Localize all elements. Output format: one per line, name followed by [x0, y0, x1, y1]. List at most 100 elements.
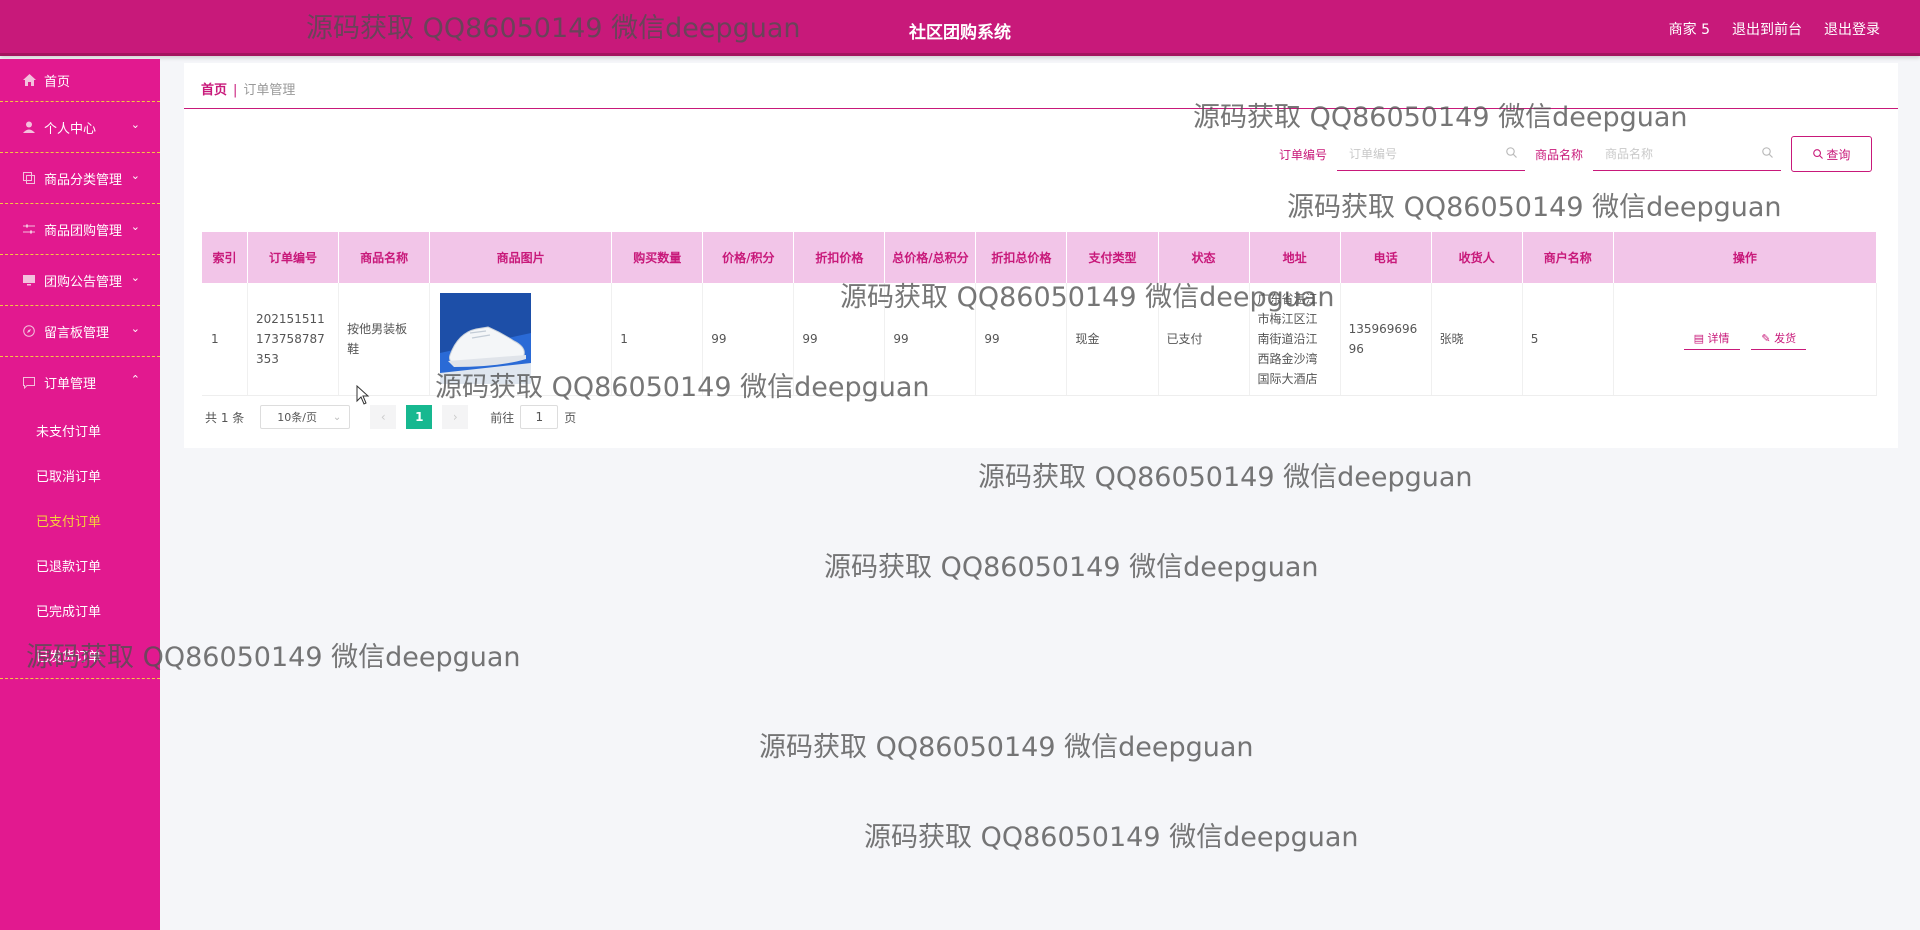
detail-button-label: 详情 [1707, 331, 1730, 345]
column-header: 价格/积分 [702, 232, 795, 283]
chevron-down-icon: ⌄ [130, 322, 140, 335]
column-header: 索引 [202, 232, 249, 283]
mouse-cursor-icon [356, 385, 370, 405]
column-header: 地址 [1249, 232, 1341, 283]
monitor-icon [22, 273, 36, 287]
watermark-text: 源码获取 QQ86050149 微信deepguan [824, 552, 1319, 583]
sidebar-item-label: 个人中心 [44, 121, 97, 137]
watermark-text: 源码获取 QQ86050149 微信deepguan [864, 822, 1359, 853]
column-header: 商品名称 [338, 232, 431, 283]
breadcrumb-current: 订单管理 [243, 83, 296, 98]
chevron-down-icon: ⌄ [130, 169, 140, 182]
address-line: 西路金沙湾 [1257, 351, 1318, 366]
sidebar-item-groupbuy[interactable]: 商品团购管理 ⌄ [0, 204, 160, 255]
cell-product-image [429, 283, 613, 396]
orders-submenu: 未支付订单 已取消订单 已支付订单 已退款订单 已完成订单 已发货订单 [0, 408, 160, 679]
cell-receiver: 张晓 [1431, 283, 1523, 396]
copy-icon [22, 171, 36, 185]
exit-to-front-link[interactable]: 退出到前台 [1732, 19, 1802, 39]
product-name-field [1593, 137, 1781, 171]
phone-line: 135969696 [1348, 321, 1418, 336]
cell-merchant: 5 [1522, 283, 1614, 396]
ship-button[interactable]: ✎ 发货 [1751, 328, 1807, 350]
sidebar-item-category[interactable]: 商品分类管理 ⌄ [0, 153, 160, 204]
column-header: 折扣总价格 [975, 232, 1068, 283]
message-icon [22, 376, 36, 390]
search-icon [1812, 148, 1827, 162]
chevron-down-icon: ⌄ [130, 220, 140, 233]
app-title: 社区团购系统 [909, 23, 1011, 43]
column-header: 商户名称 [1522, 232, 1614, 283]
product-image [440, 293, 532, 385]
sidebar-item-label: 订单管理 [44, 377, 97, 392]
home-icon [22, 73, 36, 87]
address-line: 国际大酒店 [1257, 371, 1318, 386]
order-no-line: 202151511 [256, 311, 325, 326]
product-name-line: 鞋 [347, 341, 360, 356]
cell-price: 99 [702, 283, 795, 396]
query-button[interactable]: 查询 [1791, 136, 1872, 172]
order-no-line: 173758787 [256, 331, 325, 346]
column-header: 购买数量 [611, 232, 704, 283]
column-header: 支付类型 [1066, 232, 1159, 283]
column-header: 状态 [1158, 232, 1250, 283]
address-line: 南街道沿江 [1257, 331, 1318, 346]
column-header: 折扣价格 [793, 232, 886, 283]
detail-button[interactable]: ▤ 详情 [1683, 328, 1740, 350]
page-number-button[interactable]: 1 [406, 405, 433, 429]
sidebar: 首页 个人中心 ⌄ 商品分类管理 ⌄ 商品团购管理 ⌄ 团购公告管理 ⌄ 留言板… [0, 59, 160, 930]
sidebar-item-notice[interactable]: 团购公告管理 ⌄ [0, 255, 160, 306]
address-line: 市梅江区江 [1257, 311, 1318, 326]
watermark-text: 源码获取 QQ86050149 微信deepguan [978, 462, 1473, 493]
top-bar: 社区团购系统 商家 5 退出到前台 退出登录 [0, 0, 1920, 56]
sidebar-item-home[interactable]: 首页 [0, 59, 160, 102]
sidebar-item-label: 商品分类管理 [44, 172, 123, 188]
main-card: 首页 | 订单管理 订单编号 商品名称 查询 [184, 63, 1898, 448]
query-button-label: 查询 [1826, 147, 1851, 162]
chevron-down-icon: ⌄ [130, 271, 140, 284]
total-count: 共 1 条 [205, 410, 245, 425]
merchant-link[interactable]: 商家 5 [1669, 19, 1710, 39]
next-page-button[interactable]: › [442, 405, 469, 429]
cell-order-no: 202151511 173758787 353 [247, 283, 340, 396]
submenu-shipped[interactable]: 已发货订单 [0, 633, 160, 678]
pagination: 共 1 条 10条/页 ⌄ ‹ 1 › 前往 1 页 [205, 405, 576, 429]
submenu-unpaid[interactable]: 未支付订单 [0, 408, 160, 453]
cell-product-name: 按他男装板 鞋 [338, 283, 431, 396]
table-row: 1 202151511 173758787 353 按他男装板 鞋 1 99 9… [202, 283, 1878, 396]
prev-page-button[interactable]: ‹ [370, 405, 397, 429]
cell-total: 99 [884, 283, 977, 396]
column-header: 订单编号 [247, 232, 340, 283]
column-header: 总价格/总积分 [884, 232, 977, 283]
order-no-line: 353 [256, 351, 279, 366]
product-name-input[interactable] [1605, 146, 1745, 161]
sidebar-item-label: 首页 [44, 74, 71, 90]
cell-actions: ▤ 详情 ✎ 发货 [1613, 283, 1878, 396]
cell-status: 已支付 [1158, 283, 1250, 396]
cell-quantity: 1 [611, 283, 704, 396]
submenu-refunded[interactable]: 已退款订单 [0, 543, 160, 588]
table-header-row: 索引 订单编号 商品名称 商品图片 购买数量 价格/积分 折扣价格 总价格/总积… [202, 232, 1878, 283]
column-header: 电话 [1340, 232, 1432, 283]
submenu-cancelled[interactable]: 已取消订单 [0, 453, 160, 498]
logout-link[interactable]: 退出登录 [1824, 19, 1880, 39]
document-icon: ▤ [1693, 331, 1705, 345]
search-icon [1762, 146, 1773, 161]
page-size-select[interactable]: 10条/页 ⌄ [260, 405, 351, 429]
search-bar: 订单编号 商品名称 查询 [1279, 136, 1872, 172]
column-header: 商品图片 [429, 232, 613, 283]
sidebar-item-orders[interactable]: 订单管理 ⌃ [0, 357, 160, 408]
order-no-input[interactable] [1348, 146, 1489, 161]
chevron-down-icon: ⌄ [130, 118, 140, 131]
order-no-field [1336, 137, 1525, 171]
goto-page-input[interactable]: 1 [520, 405, 559, 429]
sidebar-item-message[interactable]: 留言板管理 ⌄ [0, 306, 160, 357]
submenu-completed[interactable]: 已完成订单 [0, 588, 160, 633]
cell-index: 1 [202, 283, 249, 396]
sidebar-item-profile[interactable]: 个人中心 ⌄ [0, 102, 160, 153]
breadcrumb-home[interactable]: 首页 [201, 83, 227, 98]
cell-discount-price: 99 [793, 283, 886, 396]
goto-label: 前往 [490, 410, 515, 425]
page-size-value: 10条/页 [277, 411, 317, 424]
submenu-paid[interactable]: 已支付订单 [0, 498, 160, 543]
